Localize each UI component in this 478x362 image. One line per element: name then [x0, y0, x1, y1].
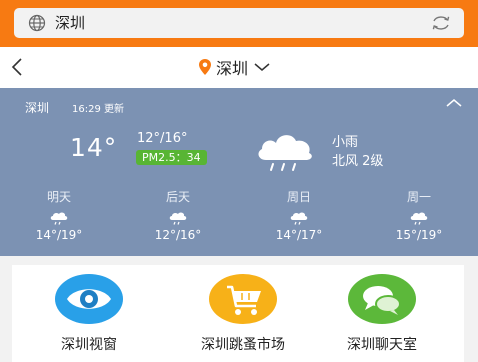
weather-panel[interactable]: 深圳 16:29 更新 14° 12°/16° PM2.5：34 小雨 北风 2…: [0, 88, 478, 256]
rain-cloud-icon: [410, 212, 428, 225]
forecast-day-2: 后天 12°/16°: [143, 188, 213, 242]
forecast-day-label: 后天: [165, 190, 190, 204]
forecast-temp: 15°/19°: [395, 228, 443, 242]
forecast-temp: 14°/17°: [275, 228, 323, 242]
globe-icon: [28, 14, 46, 32]
weather-description: 小雨: [332, 135, 359, 150]
weather-city: 深圳: [25, 101, 50, 115]
search-input[interactable]: 深圳: [55, 13, 85, 33]
forecast-temp: 12°/16°: [154, 228, 202, 242]
forecast-day-3: 周日 14°/17°: [264, 188, 334, 242]
nav-city-name: 深圳: [216, 59, 249, 78]
chevron-up-icon[interactable]: [446, 98, 462, 108]
forecast-day-4: 周一 15°/19°: [384, 188, 454, 242]
app-shortcuts: 深圳视窗 深圳跳蚤市场 深圳聊天室: [12, 265, 464, 362]
rain-cloud-icon: [290, 212, 308, 225]
forecast-day-1: 明天 14°/19°: [24, 188, 94, 242]
eye-icon: [55, 274, 123, 324]
app-flea-market[interactable]: 深圳跳蚤市场: [201, 274, 285, 354]
current-temperature: 14°: [70, 133, 118, 162]
wind-info: 北风 2级: [332, 154, 384, 169]
app-chat-room[interactable]: 深圳聊天室: [347, 274, 417, 354]
pm25-badge: PM2.5：34: [136, 150, 207, 165]
top-bar: 深圳: [0, 0, 478, 47]
chat-bubbles-icon: [348, 274, 416, 324]
temperature-range: 12°/16°: [137, 131, 188, 146]
app-shenzhen-window[interactable]: 深圳视窗: [55, 274, 123, 354]
app-label: 深圳聊天室: [347, 337, 417, 353]
app-label: 深圳跳蚤市场: [201, 337, 285, 353]
back-icon[interactable]: [10, 57, 24, 77]
forecast-temp: 14°/19°: [35, 228, 83, 242]
refresh-icon[interactable]: [430, 12, 452, 34]
update-time: 16:29 更新: [72, 104, 124, 115]
rain-cloud-icon: [169, 212, 187, 225]
shopping-cart-icon: [209, 274, 277, 324]
forecast-day-label: 周日: [286, 190, 311, 204]
nav-bar: 深圳: [0, 47, 478, 88]
forecast-day-label: 明天: [46, 190, 71, 204]
search-box[interactable]: 深圳: [14, 8, 464, 38]
chevron-down-icon: [254, 63, 270, 71]
rain-cloud-icon: [258, 135, 312, 171]
location-pin-icon: [199, 59, 211, 75]
city-selector[interactable]: 深圳: [198, 55, 270, 79]
app-label: 深圳视窗: [61, 337, 117, 353]
forecast-day-label: 周一: [406, 190, 431, 204]
rain-cloud-icon: [50, 212, 68, 225]
